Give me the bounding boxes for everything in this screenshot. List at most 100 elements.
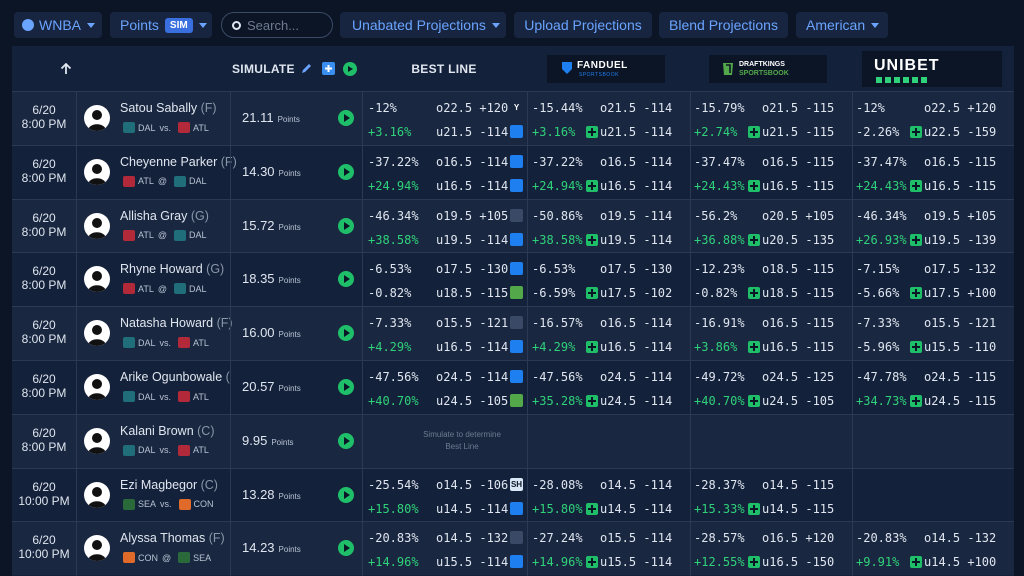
player-name[interactable]: Cheyenne Parker (F) <box>120 155 237 169</box>
book-under-line: u17.5 +100 <box>924 286 997 301</box>
player-name[interactable]: Satou Sabally (F) <box>120 101 217 115</box>
book-over-line: o18.5 -115 <box>762 262 835 277</box>
upload-projections-button[interactable]: Upload Projections <box>514 12 652 38</box>
player-name[interactable]: Natasha Howard (F) <box>120 316 233 330</box>
book-under-line: u17.5 -102 <box>600 286 673 301</box>
add-bet-icon[interactable] <box>586 341 598 354</box>
player-name-text: Arike Ogunbowale <box>120 370 223 384</box>
league-dropdown[interactable]: WNBA <box>14 12 102 38</box>
search-box[interactable] <box>221 12 333 38</box>
pencil-icon[interactable] <box>298 46 314 91</box>
add-bet-icon[interactable] <box>748 126 760 138</box>
draftkings-wordmark: DRAFTKINGS <box>739 60 785 68</box>
odds-format-dropdown[interactable]: American <box>796 12 888 38</box>
add-bet-icon[interactable] <box>748 395 760 407</box>
add-bet-icon[interactable] <box>910 233 922 246</box>
simulate-play-button[interactable] <box>338 379 354 395</box>
stat-dropdown[interactable]: Points SIM <box>110 12 212 38</box>
team-logo-icon <box>173 229 186 241</box>
simulate-play-button[interactable] <box>338 163 354 180</box>
book-over-line: o15.5 -121 <box>924 316 997 331</box>
draftkings-header[interactable]: DRAFTKINGS SPORTSBOOK <box>696 46 840 91</box>
player-name[interactable]: Ezi Magbegor (C) <box>120 478 218 492</box>
team-logo-icon <box>178 122 191 133</box>
add-bet-icon[interactable] <box>586 395 598 407</box>
best-over-edge: -47.56% <box>368 370 419 384</box>
add-bet-icon[interactable] <box>910 179 922 192</box>
add-bet-icon[interactable] <box>586 233 598 246</box>
projection-number: 21.11 <box>242 110 274 125</box>
best-over-line: o14.5 -106 <box>436 477 509 492</box>
unabated-projections-dropdown[interactable]: Unabated Projections <box>340 12 506 38</box>
simulate-play-button[interactable] <box>338 432 354 449</box>
add-bet-icon[interactable] <box>586 287 598 300</box>
add-bet-icon[interactable] <box>748 287 760 300</box>
simulate-play-button[interactable] <box>338 540 354 557</box>
unibet-logo: UNIBET <box>862 50 1002 87</box>
best-over-edge: -6.53% <box>368 262 412 277</box>
add-bet-icon[interactable] <box>910 556 922 569</box>
simulate-play-button[interactable] <box>338 217 354 234</box>
add-bet-icon[interactable] <box>910 395 922 407</box>
book-under-line: u14.5 -114 <box>600 501 673 516</box>
simulate-play-button[interactable] <box>338 110 354 126</box>
add-bet-icon[interactable] <box>586 502 598 515</box>
book-over-edge: -37.22% <box>532 154 583 169</box>
matchup-separator: vs. <box>159 445 172 456</box>
player-name[interactable]: Allisha Gray (G) <box>120 209 209 223</box>
add-bet-icon[interactable] <box>910 341 922 354</box>
book-over-line: o16.5 -114 <box>600 154 673 169</box>
best-over-edge: -37.22% <box>368 154 419 169</box>
book-over-line: o17.5 -130 <box>600 262 673 277</box>
simulate-play-button[interactable] <box>338 271 354 288</box>
add-bet-icon[interactable] <box>748 341 760 354</box>
game-date: 6/20 <box>32 103 56 117</box>
player-name[interactable]: Kalani Brown (C) <box>120 424 215 438</box>
add-bet-icon[interactable] <box>586 179 598 192</box>
player-name[interactable]: Rhyne Howard (G) <box>120 262 224 276</box>
draftkings-icon <box>510 394 523 407</box>
add-bet-icon[interactable] <box>748 556 760 569</box>
best-over-line: o14.5 -132 <box>436 531 509 546</box>
simulate-note-line: Best Line <box>445 441 479 451</box>
fanduel-header[interactable]: FANDUEL SPORTSBOOK <box>534 46 678 91</box>
add-bet-icon[interactable] <box>586 126 598 138</box>
projection-number: 15.72 <box>242 217 275 233</box>
book-over-edge: -16.91% <box>694 316 745 331</box>
blend-projections-button[interactable]: Blend Projections <box>659 12 788 38</box>
team-logo-icon <box>123 552 135 564</box>
team-logo-icon <box>178 552 191 564</box>
add-bet-icon[interactable] <box>586 556 598 569</box>
book-over-line: o16.5 -115 <box>924 154 997 169</box>
add-bet-icon[interactable] <box>748 179 760 192</box>
sort-arrow-up-icon[interactable] <box>56 46 76 91</box>
team-1: ATL <box>138 176 154 187</box>
fanduel-icon <box>510 125 523 138</box>
best-over-edge: -7.33% <box>368 316 412 331</box>
add-bet-icon[interactable] <box>910 287 922 300</box>
unibet-header[interactable]: UNIBET <box>858 46 1006 91</box>
game-time: 10:00 PM <box>18 547 70 562</box>
add-bet-icon[interactable] <box>910 126 922 138</box>
player-name[interactable]: Arike Ogunbowale ( <box>120 370 230 384</box>
best-line-header: BEST LINE <box>364 46 524 91</box>
add-icon[interactable] <box>321 46 335 91</box>
projection-value: 21.11 Points <box>242 110 300 125</box>
player-name[interactable]: Alyssa Thomas (F) <box>120 531 225 545</box>
projection-number: 9.95 <box>242 432 268 448</box>
team-2: ATL <box>193 122 209 133</box>
play-all-icon[interactable] <box>342 46 358 91</box>
search-input[interactable] <box>245 16 329 34</box>
simulate-play-button[interactable] <box>338 486 354 503</box>
player-position: (F) <box>220 154 237 169</box>
book-over-edge: -27.24% <box>532 531 583 546</box>
book-under-line: u16.5 -115 <box>762 340 835 355</box>
book-under-line: u16.5 -115 <box>924 178 997 193</box>
best-under-edge: +4.29% <box>368 340 412 355</box>
add-bet-icon[interactable] <box>748 233 760 246</box>
book-over-edge: -12% <box>856 101 885 115</box>
add-bet-icon[interactable] <box>748 502 760 515</box>
draftkings-sub: SPORTSBOOK <box>739 69 789 77</box>
simulate-play-button[interactable] <box>338 325 354 342</box>
game-time: 8:00 PM <box>21 170 67 185</box>
